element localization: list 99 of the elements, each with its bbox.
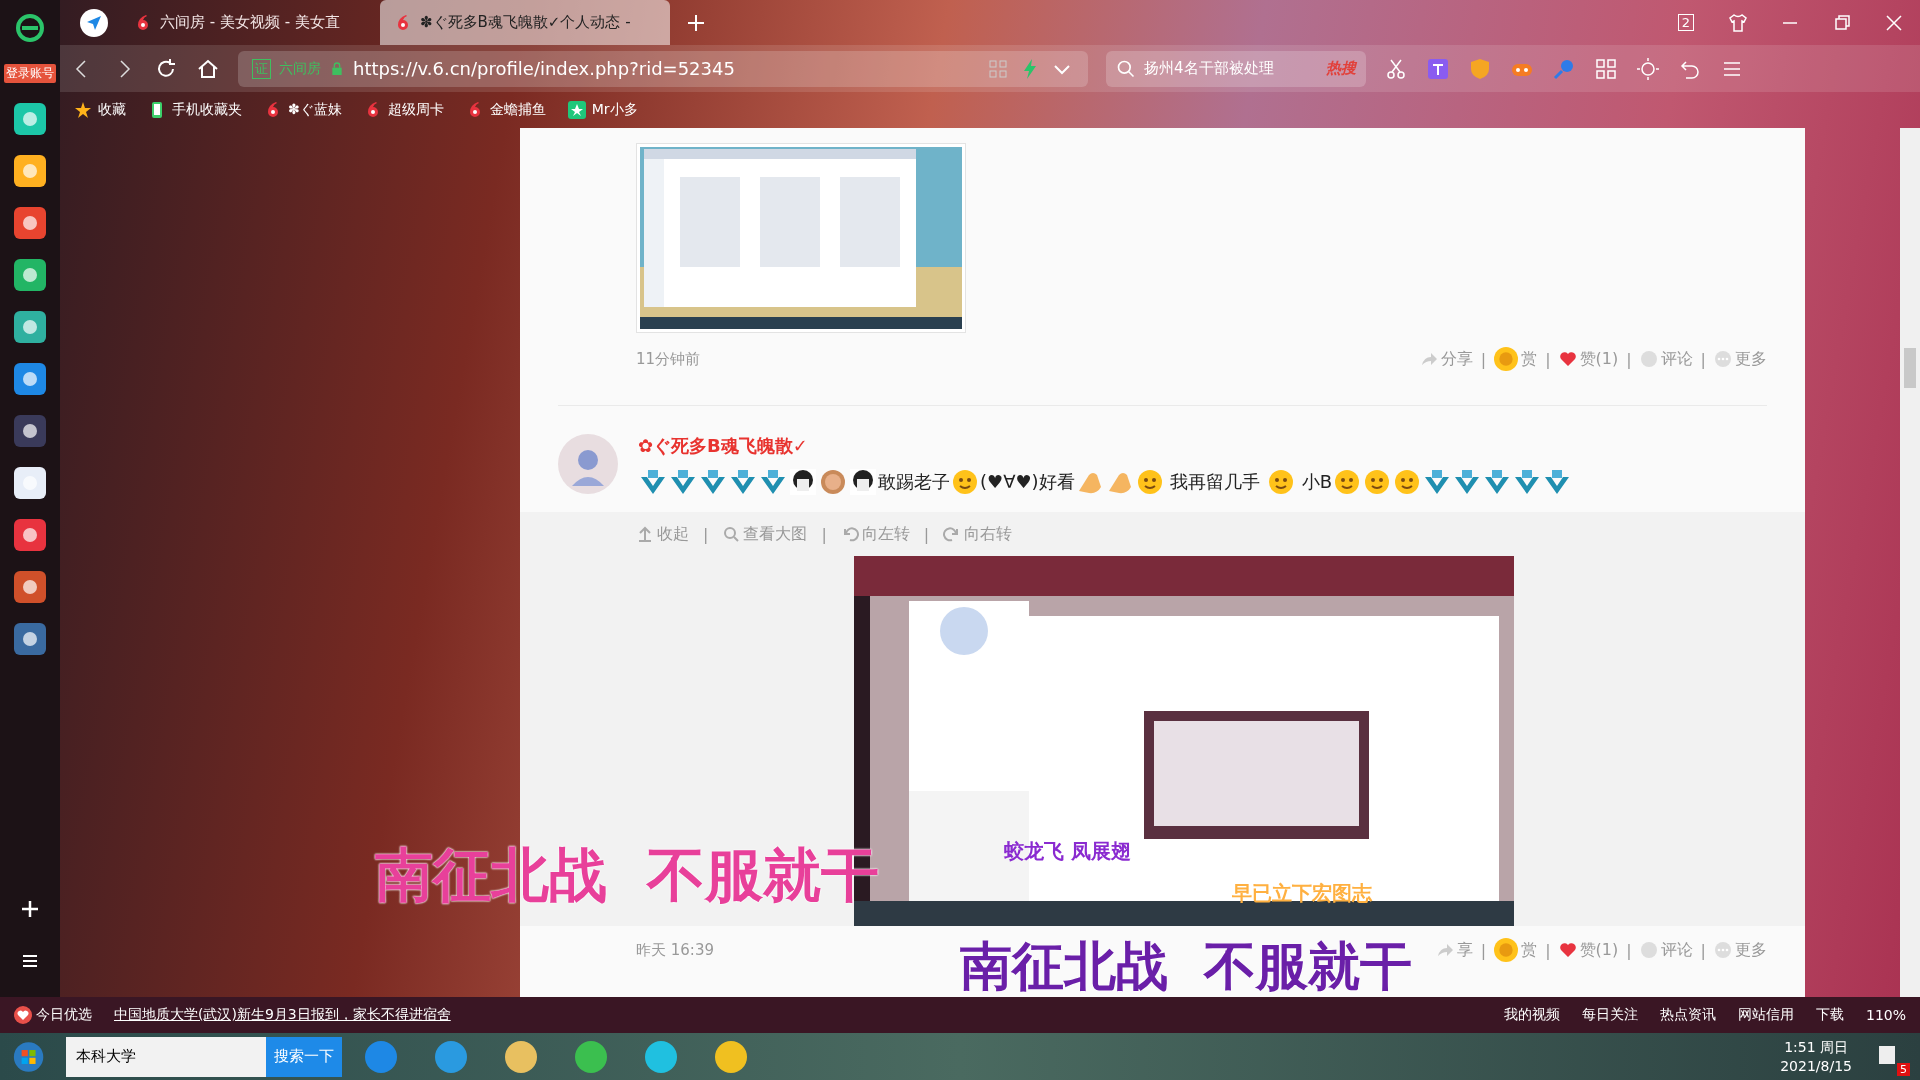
separator: | bbox=[923, 524, 930, 544]
image-tool-link[interactable]: 向左转 bbox=[840, 523, 910, 545]
taskbar-search-field[interactable]: 本科大学 bbox=[66, 1036, 266, 1077]
url-text: https://v.6.cn/profile/index.php?rid=52345 bbox=[353, 58, 736, 79]
app-icon bbox=[567, 101, 586, 119]
scrollbar-thumb[interactable] bbox=[1904, 348, 1916, 388]
comment-icon bbox=[1639, 941, 1658, 959]
magnifier-icon bbox=[722, 525, 741, 543]
taskbar-clock[interactable]: 1:51 周日 2021/8/15 bbox=[1780, 1037, 1852, 1076]
action-link[interactable]: 更多 bbox=[1714, 348, 1767, 370]
overlay-caption: 南征北战 不服就干 bbox=[960, 940, 1413, 992]
separator: | bbox=[1480, 349, 1487, 369]
comment-icon bbox=[1639, 350, 1658, 368]
browser-tab[interactable]: 六间房 - 美女视频 - 美女直 bbox=[120, 0, 380, 45]
separator: | bbox=[1626, 349, 1632, 369]
translate-icon[interactable] bbox=[1426, 56, 1450, 81]
news-link[interactable]: 中国地质大学(武汉)新生9月3日报到，家长不得进宿舍 bbox=[114, 1006, 451, 1024]
share-icon bbox=[1435, 941, 1454, 959]
bookmark-item[interactable]: ✽ぐ蓝妹 bbox=[264, 101, 342, 119]
emoji-icon bbox=[950, 467, 980, 497]
upload-icon bbox=[636, 525, 654, 543]
action-link[interactable]: 分享 bbox=[1419, 348, 1473, 370]
separator: | bbox=[1626, 940, 1632, 960]
star-icon bbox=[74, 101, 92, 119]
bookmark-item[interactable]: 手机收藏夹 bbox=[148, 101, 242, 119]
app-icon[interactable] bbox=[14, 207, 46, 239]
app-icon[interactable] bbox=[14, 571, 46, 603]
share-icon bbox=[1419, 350, 1438, 368]
certificate-badge: 证 bbox=[252, 58, 271, 79]
image-tool-link[interactable]: 查看大图 bbox=[722, 523, 808, 545]
separator: | bbox=[1700, 349, 1706, 369]
avatar-icon bbox=[558, 434, 618, 494]
tab-count[interactable]: 2 bbox=[1677, 14, 1695, 31]
app-icon[interactable] bbox=[14, 259, 46, 291]
search-text: 本科大学 bbox=[76, 1047, 136, 1066]
zoom-level[interactable]: 110% bbox=[1865, 1007, 1906, 1023]
search-button[interactable]: 搜索一下 bbox=[266, 1036, 342, 1077]
heart-icon bbox=[1558, 941, 1577, 959]
search-icon bbox=[1116, 58, 1136, 79]
action-link[interactable]: 赞(1) bbox=[1558, 939, 1619, 961]
app-icon[interactable] bbox=[14, 363, 46, 395]
heart-icon bbox=[1558, 350, 1577, 368]
post-text: 小B bbox=[1300, 470, 1333, 494]
bookmark-item[interactable]: 收藏 bbox=[74, 101, 126, 119]
post-text: 我再留几手 bbox=[1169, 470, 1262, 494]
search-field[interactable]: 扬州4名干部被处理 热搜 bbox=[1106, 50, 1366, 87]
post-time: 昨天 16:39 bbox=[636, 940, 714, 960]
coin-icon bbox=[1494, 347, 1519, 371]
app-icon[interactable] bbox=[14, 415, 46, 447]
app-icon[interactable] bbox=[14, 103, 46, 135]
bookmark-item[interactable]: Mr小多 bbox=[567, 101, 638, 119]
navigation-icon[interactable] bbox=[78, 6, 110, 39]
action-link[interactable]: 赏 bbox=[1494, 347, 1538, 371]
separator: | bbox=[1700, 940, 1706, 960]
notification-badge: 5 bbox=[1897, 1063, 1910, 1076]
app-icon[interactable] bbox=[14, 519, 46, 551]
coin-icon bbox=[1494, 938, 1519, 962]
bookmark-item[interactable]: 金蟾捕鱼 bbox=[465, 101, 546, 119]
browser-tab[interactable]: ✽ぐ死多B魂飞魄散✓个人动态 - bbox=[380, 0, 670, 45]
post-text: 敢踢老子 bbox=[878, 470, 950, 494]
grid-icon[interactable] bbox=[1594, 56, 1618, 81]
image-caption: 早已立下宏图志 bbox=[1232, 880, 1372, 907]
separator: | bbox=[1545, 349, 1551, 369]
separator: | bbox=[1480, 940, 1487, 960]
action-link[interactable]: 享 bbox=[1435, 939, 1473, 961]
download-button[interactable]: 下载 bbox=[1815, 1006, 1844, 1024]
action-link[interactable]: 赏 bbox=[1494, 938, 1538, 962]
address-bar[interactable]: 证 六间房 https://v.6.cn/profile/index.php?rid=52345 bbox=[238, 50, 1088, 87]
bookmark-item[interactable]: 超级周卡 bbox=[363, 101, 444, 119]
app-icon[interactable] bbox=[14, 467, 46, 499]
lock-icon bbox=[329, 60, 345, 77]
emoji-icon bbox=[818, 467, 848, 497]
login-button[interactable]: 登录账号 bbox=[4, 64, 56, 83]
image-caption: 蛟龙飞 凤展翅 bbox=[1004, 838, 1131, 865]
author-name[interactable]: ✿ぐ死多B魂飞魄散✓ bbox=[638, 434, 1573, 458]
app-icon[interactable] bbox=[14, 155, 46, 187]
app-icon[interactable] bbox=[14, 623, 46, 655]
app-icon[interactable] bbox=[14, 311, 46, 343]
status-link[interactable]: 网站信用 bbox=[1737, 1006, 1794, 1024]
separator: | bbox=[821, 524, 827, 544]
separator: | bbox=[1545, 940, 1551, 960]
separator: | bbox=[703, 524, 709, 544]
status-link[interactable]: 我的视频 bbox=[1503, 1006, 1560, 1024]
action-link[interactable]: 评论 bbox=[1639, 348, 1693, 370]
site-name: 六间房 bbox=[279, 59, 321, 78]
action-link[interactable]: 赞(1) bbox=[1558, 348, 1619, 370]
status-link[interactable]: 热点资讯 bbox=[1659, 1006, 1716, 1024]
action-link[interactable]: 更多 bbox=[1714, 939, 1767, 961]
action-link[interactable]: 评论 bbox=[1639, 939, 1693, 961]
sun-icon[interactable] bbox=[1636, 56, 1660, 81]
post-time: 11分钟前 bbox=[636, 349, 701, 369]
more-icon bbox=[1714, 350, 1732, 368]
search-text: 扬州4名干部被处理 bbox=[1144, 59, 1275, 78]
image-tool-link[interactable]: 向右转 bbox=[943, 523, 1013, 545]
status-link[interactable]: 每日关注 bbox=[1581, 1006, 1638, 1024]
image-tool-link[interactable]: 收起 bbox=[636, 523, 689, 545]
post-text: (♥∀♥)好看 bbox=[980, 470, 1075, 494]
more-icon bbox=[1714, 941, 1732, 959]
today-picks-link[interactable]: 今日优选 bbox=[14, 1006, 92, 1024]
